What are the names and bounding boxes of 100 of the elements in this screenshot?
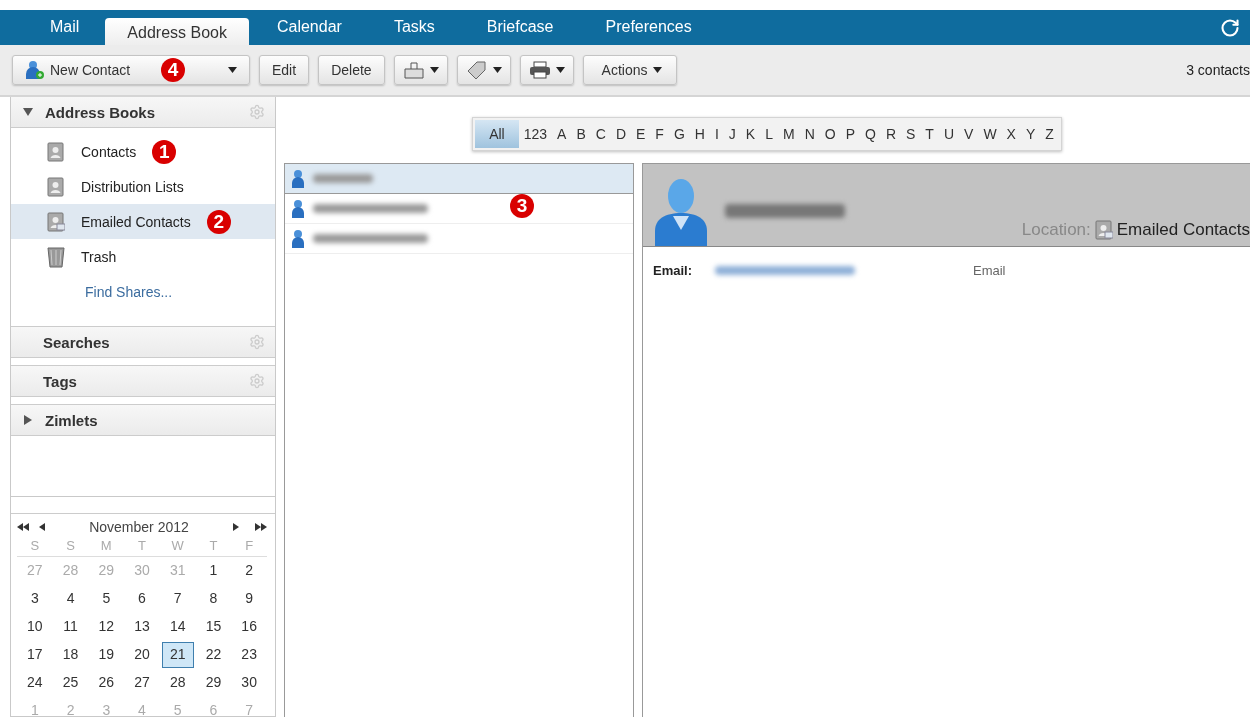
calendar-day[interactable]: 6 <box>126 586 158 612</box>
calendar-day[interactable]: 28 <box>161 670 194 696</box>
new-contact-button[interactable]: New Contact 4 <box>12 55 250 85</box>
letter-filter[interactable]: Y <box>1020 120 1041 148</box>
letter-filter[interactable]: A <box>552 120 572 148</box>
letter-filter[interactable]: K <box>740 120 761 148</box>
avatar-icon <box>653 176 709 246</box>
address-book-item[interactable]: Emailed Contacts <box>81 213 191 230</box>
nav-tab[interactable]: Preferences <box>579 10 718 45</box>
calendar-day[interactable]: 22 <box>197 642 230 668</box>
field-type: Email <box>973 263 1006 278</box>
calendar-day[interactable]: 26 <box>90 670 123 696</box>
calendar-day[interactable]: 20 <box>126 642 158 668</box>
toolbar-button[interactable]: Edit <box>259 55 310 85</box>
address-book-item[interactable]: Trash <box>81 248 117 265</box>
letter-filter[interactable]: W <box>978 120 1002 148</box>
calendar-day[interactable]: 25 <box>54 670 87 696</box>
letter-filter[interactable]: P <box>840 120 860 148</box>
contact-book-email-icon <box>1094 220 1113 240</box>
nav-tab[interactable]: Tasks <box>367 10 461 45</box>
letter-filter[interactable]: J <box>723 120 741 148</box>
next-month-icon[interactable] <box>233 523 239 531</box>
letter-filter[interactable]: R <box>880 120 901 148</box>
calendar-day[interactable]: 30 <box>233 670 265 696</box>
next-year-icon[interactable] <box>255 523 267 531</box>
calendar-day[interactable]: 19 <box>90 642 123 668</box>
weekday-label: S <box>52 538 89 557</box>
field-label: Email: <box>653 263 693 278</box>
nav-tab[interactable]: Calendar <box>250 10 368 45</box>
letter-filter[interactable]: M <box>777 120 800 148</box>
letter-filter[interactable]: D <box>610 120 631 148</box>
nav-tab[interactable]: Address Book <box>105 18 249 45</box>
calendar-day[interactable]: 21 <box>161 642 194 668</box>
toolbar-menu-button[interactable] <box>456 55 511 85</box>
calendar-day[interactable]: 12 <box>90 614 123 640</box>
calendar-day[interactable]: 14 <box>161 614 194 640</box>
calendar-day[interactable]: 13 <box>126 614 158 640</box>
section-header[interactable]: Zimlets <box>11 404 275 436</box>
calendar-day[interactable]: 15 <box>197 614 230 640</box>
letter-filter[interactable]: X <box>1001 120 1021 148</box>
letter-filter[interactable]: L <box>760 120 778 148</box>
previous-month-icon[interactable] <box>39 523 45 531</box>
letter-filter[interactable]: H <box>689 120 710 148</box>
letter-filter[interactable]: 123 <box>518 120 553 148</box>
calendar-day[interactable]: 9 <box>233 586 265 612</box>
actions-menu-button[interactable]: Actions <box>582 55 677 85</box>
weekday-label: W <box>159 538 196 557</box>
letter-filter[interactable]: N <box>799 120 820 148</box>
letter-filter[interactable]: V <box>959 120 979 148</box>
letter-filter[interactable]: I <box>709 120 724 148</box>
toolbar-button[interactable]: Delete <box>318 55 385 85</box>
calendar-day[interactable]: 24 <box>19 670 51 696</box>
calendar-day[interactable]: 27 <box>126 670 158 696</box>
letter-filter[interactable]: F <box>650 120 669 148</box>
weekday-label: T <box>195 538 232 557</box>
section-header[interactable]: Tags <box>11 365 275 397</box>
expand-triangle-icon[interactable] <box>23 415 33 425</box>
letter-filter[interactable]: Z <box>1040 120 1059 148</box>
letter-filter[interactable]: C <box>590 120 611 148</box>
letter-filter[interactable]: G <box>668 120 690 148</box>
calendar-day[interactable]: 5 <box>90 586 123 612</box>
contact-count: 3 contacts <box>1186 62 1250 78</box>
calendar-day[interactable]: 11 <box>54 614 87 640</box>
calendar-day[interactable]: 17 <box>19 642 51 668</box>
calendar-day[interactable]: 10 <box>19 614 51 640</box>
refresh-icon[interactable] <box>1220 17 1240 38</box>
address-book-item[interactable]: Distribution Lists <box>81 178 184 195</box>
address-book-item[interactable]: Contacts <box>81 143 137 160</box>
tag-icon <box>465 61 488 79</box>
letter-filter[interactable]: All <box>475 120 519 148</box>
section-header[interactable]: Searches <box>11 326 275 358</box>
collapse-triangle-icon[interactable] <box>23 107 33 117</box>
calendar-day[interactable]: 4 <box>54 586 87 612</box>
letter-filter[interactable]: B <box>571 120 591 148</box>
letter-filter[interactable]: Q <box>860 120 881 148</box>
find-shares-link[interactable]: Find Shares... <box>85 283 173 300</box>
toolbar-menu-button[interactable] <box>393 55 448 85</box>
letter-filter[interactable]: E <box>631 120 651 148</box>
letter-filter[interactable]: U <box>938 120 960 148</box>
caret-icon <box>429 67 439 73</box>
letter-filter[interactable]: T <box>920 120 939 148</box>
calendar-day[interactable]: 29 <box>197 670 230 696</box>
nav-tab[interactable]: Briefcase <box>460 10 580 45</box>
calendar-day[interactable]: 8 <box>197 586 230 612</box>
calendar-day[interactable]: 23 <box>233 642 265 668</box>
calendar-day[interactable]: 7 <box>161 586 194 612</box>
section-header[interactable]: Address Books <box>11 97 275 128</box>
calendar-day[interactable]: 3 <box>19 586 51 612</box>
person-icon <box>291 198 305 219</box>
letter-filter[interactable]: S <box>901 120 921 148</box>
person-add-icon <box>25 60 45 80</box>
calendar-day[interactable]: 16 <box>233 614 265 640</box>
calendar-day[interactable]: 18 <box>54 642 87 668</box>
calendar-day[interactable]: 1 <box>197 558 230 584</box>
calendar-day[interactable]: 2 <box>233 558 265 584</box>
nav-tab[interactable]: Mail <box>24 10 106 45</box>
letter-filter[interactable]: O <box>819 120 841 148</box>
print-icon <box>528 61 551 79</box>
previous-year-icon[interactable] <box>17 523 29 531</box>
toolbar-menu-button[interactable] <box>519 55 574 85</box>
